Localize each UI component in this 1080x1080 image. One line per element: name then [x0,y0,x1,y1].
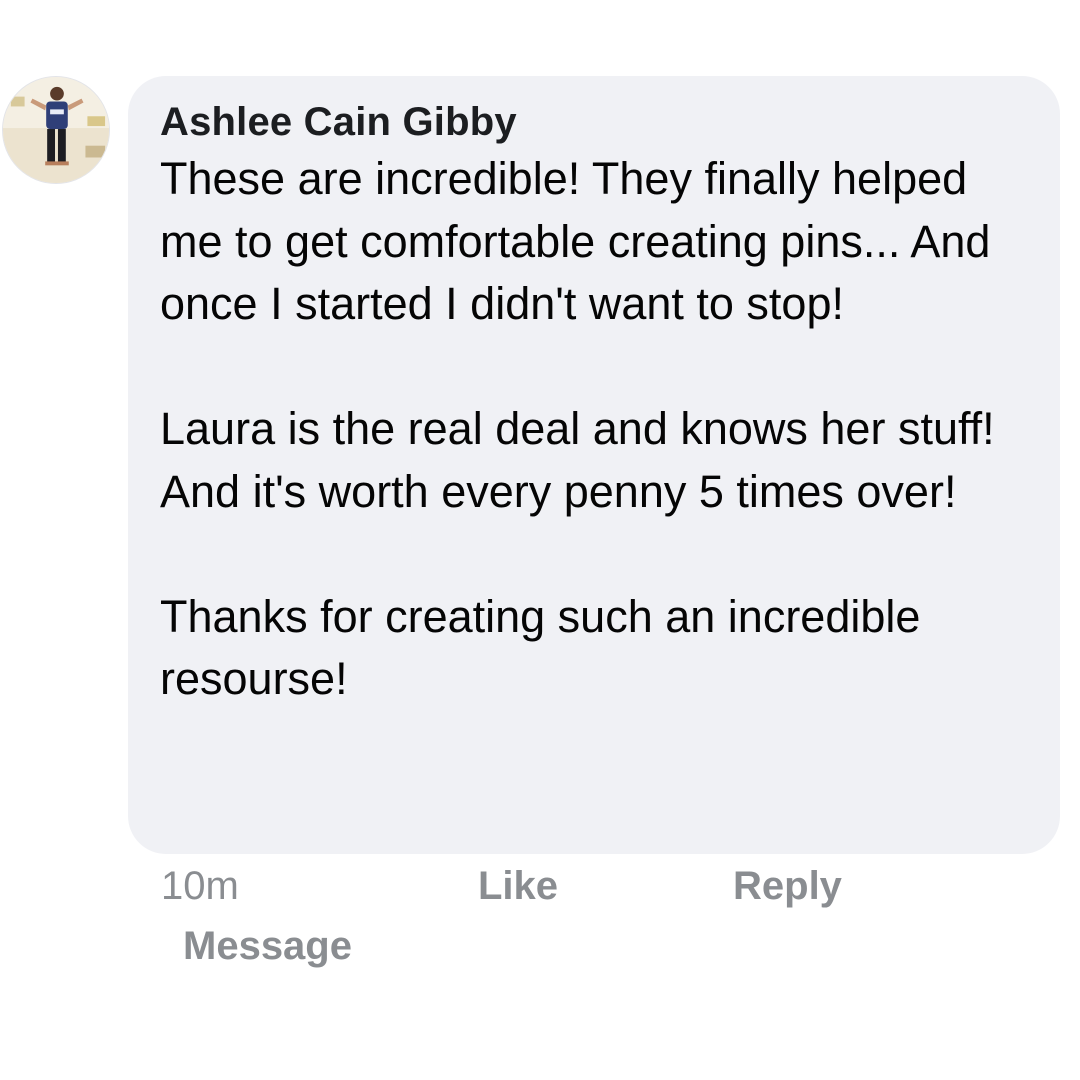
comment-paragraph: Thanks for creating such an incredible r… [160,590,921,705]
timestamp[interactable]: 10m [161,864,239,909]
comment-actions: 10m Like Reply Message [0,860,1080,980]
like-button[interactable]: Like [478,864,558,909]
comment-bubble: Ashlee Cain Gibby These are incredible! … [128,76,1060,854]
profile-photo-icon [3,77,109,183]
message-button[interactable]: Message [183,924,352,969]
comment-paragraph: These are incredible! They finally helpe… [160,153,991,329]
avatar[interactable] [2,76,110,184]
author-name[interactable]: Ashlee Cain Gibby [160,96,1028,148]
comment-paragraph: Laura is the real deal and knows her stu… [160,403,995,517]
reply-button[interactable]: Reply [733,864,842,909]
